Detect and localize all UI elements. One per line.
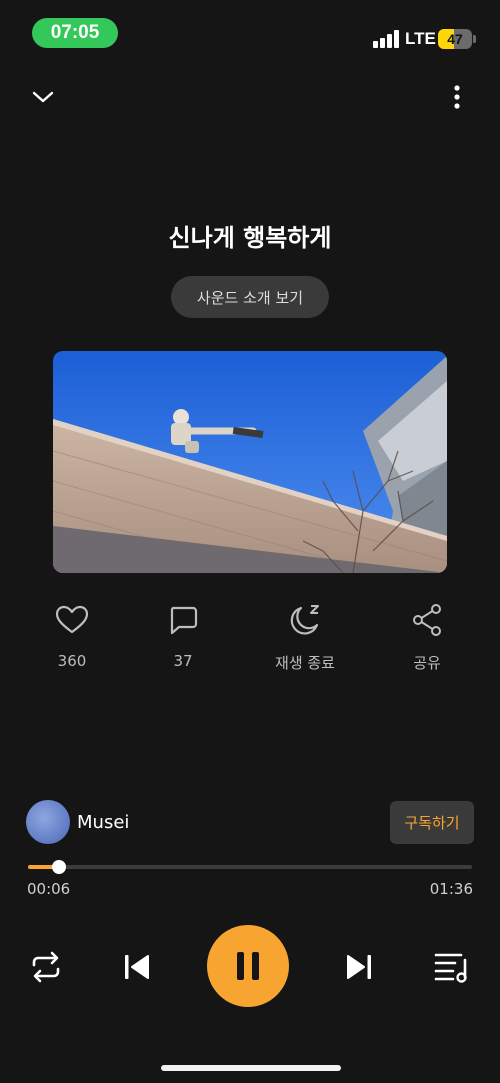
like-button[interactable]: 360: [27, 600, 117, 670]
chevron-down-icon: [32, 91, 54, 103]
subscribe-button[interactable]: 구독하기: [390, 801, 474, 844]
repeat-icon: [32, 951, 60, 983]
playlist-button[interactable]: [431, 947, 473, 987]
home-indicator: [161, 1065, 341, 1071]
action-row: 360 37 재생 종료 공유: [0, 600, 500, 680]
current-time: 00:06: [27, 880, 71, 898]
skip-next-icon: [347, 955, 371, 979]
more-options-button[interactable]: [442, 82, 472, 112]
moon-sleep-icon: [290, 605, 319, 635]
network-type: LTE: [405, 29, 436, 48]
progress-bar[interactable]: [28, 860, 472, 874]
share-button[interactable]: 공유: [382, 600, 472, 673]
next-button[interactable]: [339, 947, 379, 987]
playlist-icon: [434, 953, 467, 983]
track-artwork: [53, 351, 447, 573]
track-title: 신나게 행복하게: [168, 224, 332, 252]
collapse-button[interactable]: [28, 82, 58, 112]
comment-button[interactable]: 37: [138, 600, 228, 670]
pause-button[interactable]: [207, 925, 289, 1007]
comment-count: 37: [173, 652, 193, 670]
share-label: 공유: [413, 654, 441, 672]
status-bar: 07:05 LTE 47: [0, 0, 500, 60]
progress-knob[interactable]: [52, 860, 67, 874]
signal-icon: [373, 28, 401, 48]
like-count: 360: [57, 652, 87, 670]
battery-icon: 47: [438, 29, 472, 49]
battery-level: 47: [447, 31, 463, 47]
artist-name[interactable]: Musei: [77, 812, 129, 833]
total-time: 01:36: [429, 880, 473, 898]
more-vertical-icon: [454, 85, 460, 109]
status-time: 07:05: [32, 18, 118, 48]
previous-button[interactable]: [117, 947, 157, 987]
artist-avatar[interactable]: [26, 800, 70, 844]
skip-previous-icon: [125, 955, 149, 979]
repeat-button[interactable]: [26, 947, 66, 987]
comment-icon: [170, 606, 198, 635]
pause-icon: [237, 952, 259, 980]
artist-row: Musei 구독하기: [0, 800, 500, 846]
share-icon: [413, 604, 441, 636]
sleep-timer-label: 재생 종료: [275, 654, 335, 672]
heart-icon: [55, 605, 89, 634]
sound-intro-button[interactable]: 사운드 소개 보기: [171, 276, 329, 318]
battery-tip: [473, 35, 476, 43]
sleep-timer-button[interactable]: 재생 종료: [260, 600, 350, 673]
playback-controls: [0, 925, 500, 1007]
